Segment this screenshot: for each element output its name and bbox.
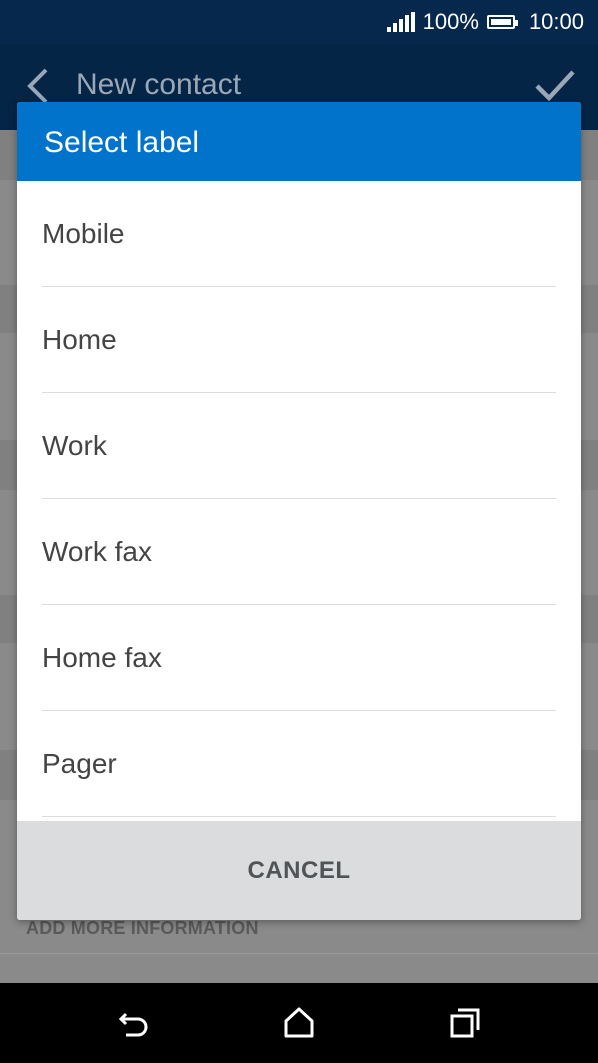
option-work-fax[interactable]: Work fax: [42, 499, 556, 605]
option-label: Pager: [42, 747, 117, 779]
option-label: Home fax: [42, 641, 162, 673]
option-work[interactable]: Work: [42, 393, 556, 499]
option-label: Work: [42, 429, 107, 461]
checkmark-icon[interactable]: [534, 68, 576, 104]
status-bar: 100% 10:00: [0, 0, 598, 44]
back-arrow-icon[interactable]: [26, 66, 50, 106]
option-label: Work fax: [42, 535, 152, 567]
divider: [0, 953, 598, 954]
home-icon[interactable]: [281, 1005, 317, 1041]
page-title: New contact: [76, 68, 242, 101]
option-mobile[interactable]: Mobile: [42, 181, 556, 287]
dialog-footer: CANCEL: [17, 821, 581, 920]
battery-percent: 100%: [422, 9, 479, 34]
cancel-button[interactable]: CANCEL: [218, 845, 381, 897]
select-label-dialog: Select label Mobile Home Work Work fax H…: [17, 102, 581, 920]
dialog-title: Select label: [17, 102, 581, 181]
option-pager[interactable]: Pager: [42, 711, 556, 817]
add-more-information-link[interactable]: ADD MORE INFORMATION: [26, 918, 259, 939]
battery-icon: [486, 15, 518, 29]
option-label: Mobile: [42, 217, 125, 249]
label-option-list: Mobile Home Work Work fax Home fax Pager: [17, 181, 581, 821]
navigation-bar: [0, 983, 598, 1063]
recent-apps-icon[interactable]: [447, 1005, 483, 1041]
clock: 10:00: [528, 9, 584, 34]
option-home-fax[interactable]: Home fax: [42, 605, 556, 711]
signal-icon: [386, 12, 415, 32]
status-indicators: 100% 10:00: [386, 8, 584, 36]
option-home[interactable]: Home: [42, 287, 556, 393]
back-icon[interactable]: [116, 1005, 152, 1041]
option-label: Home: [42, 323, 117, 355]
